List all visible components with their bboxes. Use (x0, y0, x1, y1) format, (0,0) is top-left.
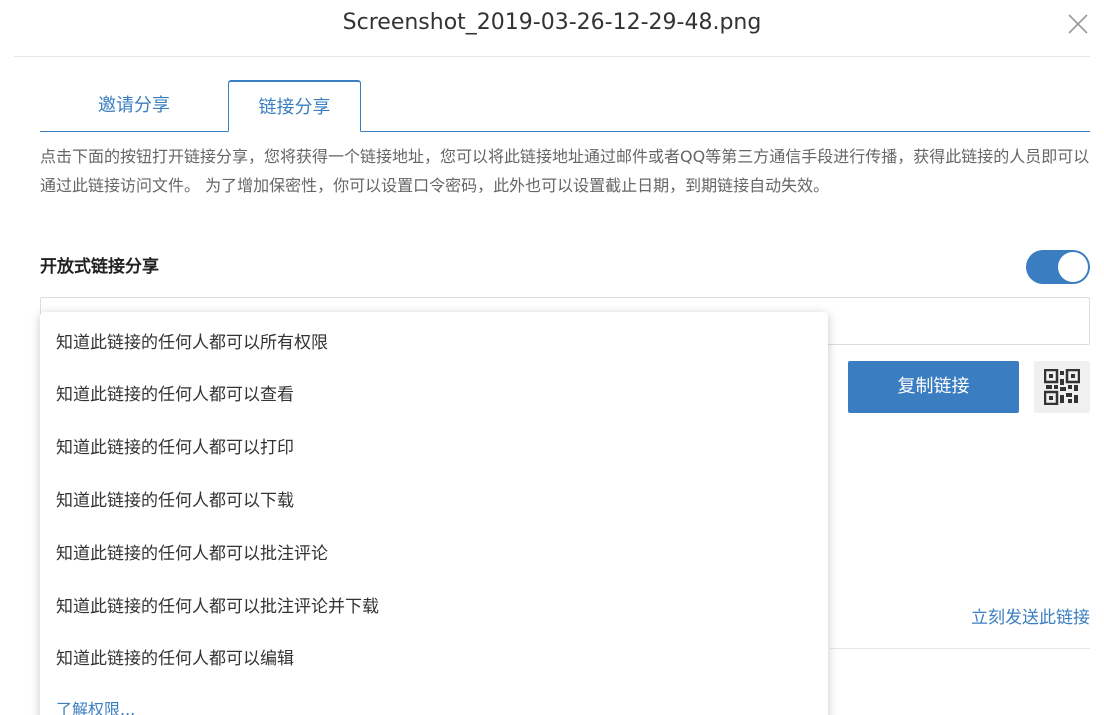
copy-link-button[interactable]: 复制链接 (848, 361, 1019, 413)
tab-link-share[interactable]: 链接分享 (228, 80, 361, 132)
close-icon (1068, 14, 1088, 34)
permission-option-comment-download[interactable]: 知道此链接的任何人都可以批注评论并下载 (56, 592, 379, 617)
open-link-toggle[interactable] (1026, 250, 1090, 284)
permission-option-view[interactable]: 知道此链接的任何人都可以查看 (56, 380, 294, 405)
tab-invite-share[interactable]: 邀请分享 (40, 80, 228, 132)
dialog-title: Screenshot_2019-03-26-12-29-48.png (342, 10, 762, 35)
lower-divider (830, 648, 1090, 649)
qr-code-button[interactable] (1034, 361, 1090, 413)
permission-dropdown-menu: 知道此链接的任何人都可以所有权限 知道此链接的任何人都可以查看 知道此链接的任何… (40, 312, 828, 715)
toggle-knob (1058, 252, 1088, 282)
open-link-label: 开放式链接分享 (40, 257, 159, 277)
permission-option-edit[interactable]: 知道此链接的任何人都可以编辑 (56, 644, 294, 669)
permission-option-download[interactable]: 知道此链接的任何人都可以下载 (56, 486, 294, 511)
permission-option-all[interactable]: 知道此链接的任何人都可以所有权限 (56, 328, 328, 353)
link-share-description: 点击下面的按钮打开链接分享，您将获得一个链接地址，您可以将此链接地址通过邮件或者… (40, 147, 1090, 195)
permission-option-comment[interactable]: 知道此链接的任何人都可以批注评论 (56, 539, 328, 564)
close-button[interactable] (1066, 12, 1090, 36)
header-divider (14, 56, 1090, 57)
dialog-header: Screenshot_2019-03-26-12-29-48.png (0, 0, 1104, 56)
qr-code-icon (1044, 369, 1080, 405)
share-tabs: 邀请分享 链接分享 (40, 80, 1090, 132)
send-link-now[interactable]: 立刻发送此链接 (971, 603, 1090, 628)
permission-option-print[interactable]: 知道此链接的任何人都可以打印 (56, 433, 294, 458)
learn-permissions-link[interactable]: 了解权限... (56, 696, 135, 715)
